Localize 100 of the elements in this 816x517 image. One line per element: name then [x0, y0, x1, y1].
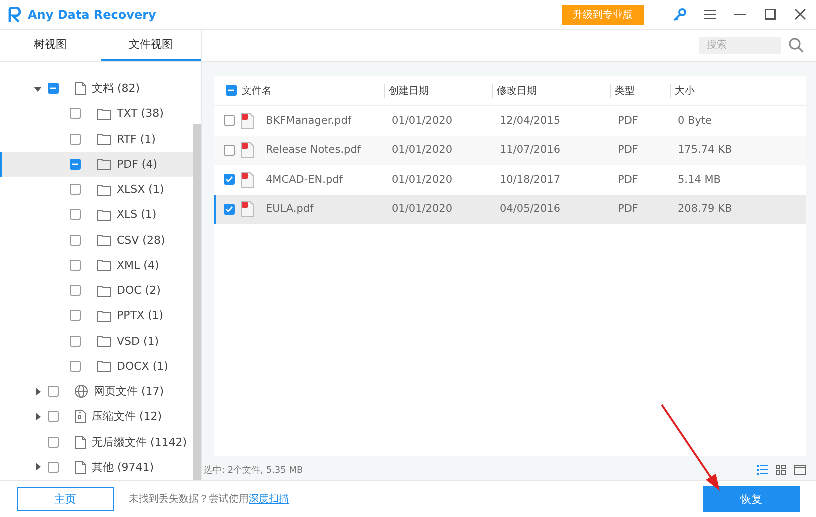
- checkbox[interactable]: [70, 134, 81, 145]
- grid-view-icon[interactable]: [776, 465, 786, 475]
- folder-icon: [97, 335, 111, 348]
- column-header: 文件名: [242, 84, 272, 98]
- file-row[interactable]: Release Notes.pdf 01/01/2020 11/07/2016 PDF 175.74 KB: [214, 136, 806, 165]
- column-header: 创建日期: [389, 84, 429, 98]
- list-view-icon[interactable]: [757, 465, 768, 475]
- checkbox[interactable]: [70, 336, 81, 347]
- table-cell-text: 12/04/2015: [499, 114, 562, 127]
- folder-icon: [97, 259, 111, 272]
- folder-icon: [97, 360, 111, 372]
- table-cell-text: BKFManager.pdf: [265, 114, 352, 127]
- checkbox[interactable]: [70, 260, 81, 271]
- checkbox[interactable]: [70, 234, 81, 246]
- close-icon[interactable]: [792, 6, 808, 22]
- logo-icon: [8, 6, 22, 22]
- maximize-icon[interactable]: [762, 6, 778, 22]
- table-cell-text: PDF: [617, 174, 640, 186]
- table-cell-text: 11/07/2016: [499, 144, 562, 156]
- checkbox[interactable]: [48, 83, 59, 94]
- pdf-file-icon: [241, 172, 254, 188]
- checkbox[interactable]: [224, 204, 235, 215]
- column-header: 类型: [615, 84, 635, 98]
- file-icon: [75, 460, 86, 474]
- checkbox[interactable]: [224, 174, 235, 186]
- table-cell-text: PDF: [617, 203, 640, 216]
- checkbox[interactable]: [48, 411, 59, 422]
- folder-icon: [97, 234, 111, 246]
- checkbox[interactable]: [48, 386, 59, 398]
- table-cell-text: 04/05/2016: [499, 203, 562, 216]
- expand-arrow-icon[interactable]: [34, 388, 42, 396]
- table-cell-text: PDF: [617, 144, 640, 156]
- tree-item[interactable]: XML (4): [0, 252, 193, 278]
- collapse-arrow-icon[interactable]: [34, 84, 42, 93]
- selection-status: 选中: 2个文件, 5.35 MB: [204, 464, 304, 476]
- expand-arrow-icon[interactable]: [34, 412, 42, 421]
- window-title: Any Data Recovery: [28, 8, 158, 22]
- table-cell-text: 5.14 MB: [677, 174, 722, 186]
- tree-item[interactable]: 文档 (82): [0, 76, 193, 102]
- tree-item[interactable]: 压缩文件 (12): [0, 404, 193, 430]
- archive-icon: [75, 410, 86, 424]
- table-cell-text: 10/18/2017: [499, 174, 562, 186]
- table-cell-text: 01/01/2020: [391, 203, 454, 216]
- checkbox[interactable]: [226, 85, 237, 96]
- tree-item[interactable]: PPTX (1): [0, 303, 193, 328]
- tree-item[interactable]: CSV (28): [0, 228, 193, 253]
- tree-item[interactable]: DOC (2): [0, 278, 193, 304]
- checkbox[interactable]: [224, 115, 235, 126]
- file-row[interactable]: EULA.pdf 01/01/2020 04/05/2016 PDF 208.79 KB: [214, 194, 806, 224]
- table-cell-text: PDF: [617, 114, 640, 127]
- checkbox[interactable]: [70, 184, 81, 196]
- checkbox[interactable]: [70, 285, 81, 296]
- table-cell-text: 175.74 KB: [677, 144, 734, 156]
- tree-item[interactable]: XLSX (1): [0, 177, 193, 202]
- tree-item[interactable]: PDF (4): [0, 152, 193, 177]
- tree-item[interactable]: TXT (38): [0, 101, 193, 126]
- folder-icon: [97, 184, 111, 196]
- globe-icon: [75, 385, 88, 398]
- tree-item[interactable]: DOCX (1): [0, 354, 193, 379]
- folder-icon: [97, 158, 111, 170]
- tree-item[interactable]: VSD (1): [0, 328, 193, 354]
- preview-view-icon[interactable]: [794, 465, 806, 475]
- table-cell-text: 4MCAD-EN.pdf: [265, 174, 343, 186]
- search-field[interactable]: 搜索: [699, 37, 781, 54]
- table-cell-text: 208.79 KB: [677, 203, 734, 216]
- folder-icon: [97, 284, 111, 297]
- pdf-file-icon: [241, 201, 254, 218]
- table-cell-text: 01/01/2020: [391, 144, 454, 156]
- hint-text: 未找到丢失数据？尝试使用深度扫描: [129, 492, 290, 506]
- search-icon[interactable]: [789, 38, 804, 53]
- column-header: 修改日期: [497, 84, 537, 98]
- folder-icon: [97, 108, 111, 120]
- checkbox[interactable]: [70, 310, 81, 322]
- tree-item[interactable]: XLS (1): [0, 202, 193, 228]
- checkbox[interactable]: [70, 158, 81, 170]
- pdf-file-icon: [241, 112, 254, 129]
- tree-item[interactable]: 网页文件 (17): [0, 379, 193, 404]
- file-icon: [75, 82, 86, 96]
- tree-item[interactable]: 其他 (9741): [0, 454, 193, 480]
- table-cell-text: 01/01/2020: [391, 114, 454, 127]
- folder-icon: [97, 208, 111, 221]
- table-cell-text: Release Notes.pdf: [265, 144, 362, 156]
- pdf-file-icon: [241, 142, 254, 158]
- checkbox[interactable]: [70, 209, 81, 220]
- expand-arrow-icon[interactable]: [34, 463, 42, 472]
- file-icon: [75, 436, 86, 449]
- folder-icon: [97, 133, 111, 146]
- table-cell-text: 01/01/2020: [391, 174, 454, 186]
- tree-item[interactable]: 无后缀文件 (1142): [0, 430, 193, 455]
- column-header: 大小: [675, 84, 695, 98]
- tree-item[interactable]: RTF (1): [0, 126, 193, 152]
- checkbox[interactable]: [224, 144, 235, 156]
- scrollbar[interactable]: [193, 124, 201, 480]
- table-cell-text: EULA.pdf: [265, 203, 314, 216]
- checkbox[interactable]: [70, 108, 81, 120]
- checkbox[interactable]: [70, 360, 81, 372]
- checkbox[interactable]: [48, 436, 59, 448]
- table-cell-text: 0 Byte: [677, 114, 714, 127]
- checkbox[interactable]: [48, 462, 59, 473]
- key-icon[interactable]: [672, 6, 688, 22]
